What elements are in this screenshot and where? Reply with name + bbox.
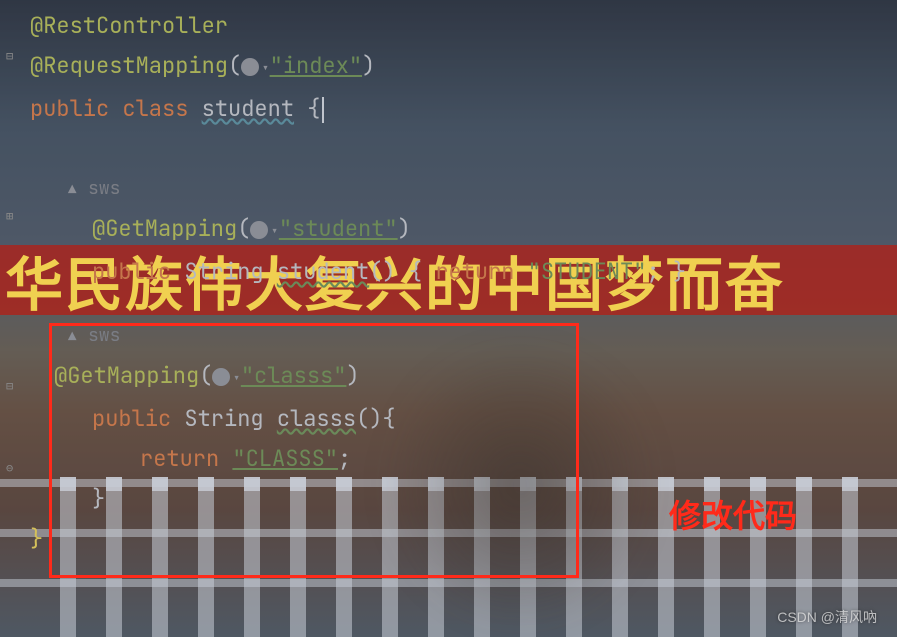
code-line: public String classs(){ (30, 399, 897, 439)
code-line: public class student { (30, 89, 897, 129)
user-icon: ▲ (68, 170, 82, 184)
class-name: student (202, 94, 294, 123)
code-line: @RequestMapping(▾"index") (30, 46, 897, 89)
highlight-label: 修改代码 (669, 491, 797, 537)
chevron-down-icon[interactable]: ▾ (232, 370, 240, 388)
mapping-value[interactable]: "classs" (241, 361, 347, 390)
author-name: sws (88, 324, 120, 347)
author-hint: ▲ sws (30, 169, 897, 209)
annotation-requestmapping: @RequestMapping (30, 51, 228, 80)
annotation-getmapping: @GetMapping (54, 361, 199, 390)
author-name: sws (88, 177, 120, 200)
annotation-restcontroller: @RestController (30, 11, 228, 40)
code-line: return "CLASSS"; (30, 439, 897, 479)
keyword-return: return (435, 257, 514, 286)
mapping-value[interactable]: "student" (279, 214, 398, 243)
method-name: classs (277, 404, 356, 433)
code-line: @GetMapping(▾"classs") (30, 356, 897, 399)
globe-icon[interactable] (250, 221, 268, 239)
method-name: student (277, 257, 369, 286)
keyword-class: class (122, 94, 188, 123)
chevron-down-icon[interactable]: ▾ (270, 223, 278, 241)
globe-icon[interactable] (212, 368, 230, 386)
watermark: CSDN @清风吶 (777, 607, 877, 627)
code-editor[interactable]: @RestController @RequestMapping(▾"index"… (0, 0, 897, 559)
chevron-down-icon[interactable]: ▾ (261, 60, 269, 78)
keyword-public: public (92, 404, 171, 433)
text-caret (322, 97, 324, 123)
author-hint: ▲ sws (30, 316, 897, 356)
keyword-return: return (140, 444, 219, 473)
string-literal: "CLASSS" (232, 444, 338, 473)
user-icon: ▲ (68, 317, 82, 331)
mapping-value[interactable]: "index" (270, 51, 362, 80)
code-line: @RestController (30, 6, 897, 46)
globe-icon[interactable] (241, 58, 259, 76)
string-literal: "STUDENT" (528, 257, 647, 286)
code-line: public String student() { return "STUDEN… (30, 252, 897, 292)
annotation-getmapping: @GetMapping (92, 214, 237, 243)
type-string: String (184, 404, 263, 433)
code-line (30, 129, 897, 169)
type-string: String (184, 257, 263, 286)
keyword-public: public (30, 94, 109, 123)
code-line: @GetMapping(▾"student") (30, 209, 897, 252)
keyword-public: public (92, 257, 171, 286)
